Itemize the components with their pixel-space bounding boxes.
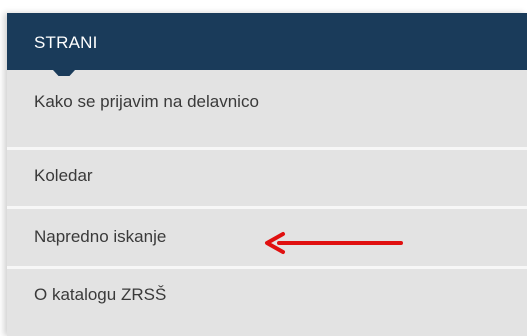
menu-item-label: Kako se prijavim na delavnico: [34, 92, 259, 111]
menu-item-label: O katalogu ZRSŠ: [34, 285, 167, 304]
pages-menu: STRANI Kako se prijavim na delavnico Kol…: [7, 13, 527, 336]
menu-title: STRANI: [34, 33, 98, 52]
menu-header: STRANI: [7, 13, 527, 70]
menu-item-koledar[interactable]: Koledar: [7, 150, 527, 203]
menu-divider: [7, 206, 527, 209]
menu-item-label: Koledar: [34, 166, 93, 185]
menu-item-label: Napredno iskanje: [34, 227, 167, 246]
menu-item-o-katalogu[interactable]: O katalogu ZRSŠ: [7, 269, 527, 322]
red-arrow-icon: [265, 232, 403, 254]
menu-item-kako-se-prijavim[interactable]: Kako se prijavim na delavnico: [7, 76, 527, 129]
